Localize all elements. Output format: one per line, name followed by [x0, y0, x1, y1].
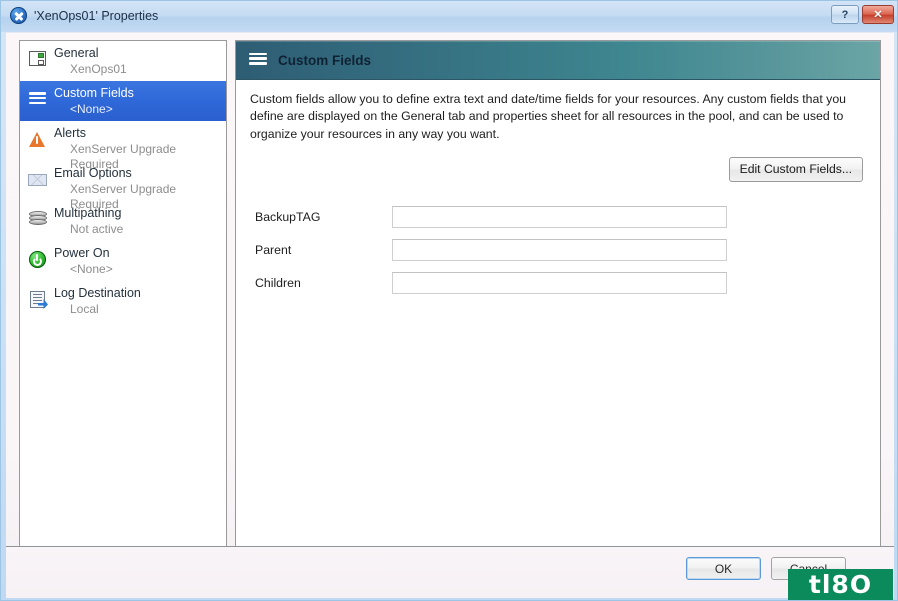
window-control-buttons: ? ✕ [831, 5, 894, 24]
field-row-children: Children [255, 266, 866, 299]
general-icon [26, 47, 50, 71]
backuptag-input[interactable] [392, 205, 727, 228]
sidebar-item-subtitle: <None> [70, 101, 113, 116]
sidebar-item-log-destination[interactable]: Log Destination Local [20, 281, 226, 321]
sidebar-item-subtitle: Local [70, 301, 99, 316]
sidebar-item-general[interactable]: General XenOps01 [20, 41, 226, 81]
window-titlebar: 'XenOps01' Properties ? ✕ [1, 1, 897, 32]
children-input[interactable] [392, 271, 727, 294]
field-label: Children [255, 275, 301, 290]
sidebar-item-power-on[interactable]: Power On <None> [20, 241, 226, 281]
sidebar-item-title: Multipathing [54, 206, 122, 220]
sidebar-item-email-options[interactable]: Email Options XenServer Upgrade Required [20, 161, 226, 211]
sidebar-item-title: Log Destination [54, 286, 141, 300]
sidebar-item-title: Alerts [54, 126, 86, 140]
titlebar-left-group: 'XenOps01' Properties [10, 7, 158, 24]
page-title: Custom Fields [278, 52, 372, 68]
properties-dialog-window: 'XenOps01' Properties ? ✕ General XenOps… [0, 0, 898, 601]
xenserver-x-icon [10, 7, 27, 24]
panel-description: Custom fields allow you to define extra … [250, 92, 847, 141]
dialog-client-area: General XenOps01 Custom Fields <None> Al… [6, 32, 894, 551]
power-icon [26, 247, 50, 271]
custom-fields-icon [26, 87, 50, 111]
sidebar-item-text: Multipathing Not active [54, 205, 123, 237]
ok-button[interactable]: OK [686, 557, 761, 580]
sidebar-item-subtitle: <None> [70, 261, 113, 276]
sidebar-item-alerts[interactable]: Alerts XenServer Upgrade Required [20, 121, 226, 171]
sidebar-item-title: Power On [54, 246, 110, 260]
alert-icon [26, 127, 50, 151]
custom-fields-form: BackupTAG Parent Children [250, 200, 866, 299]
dialog-footer: OK Cancel [6, 546, 894, 598]
sidebar-item-multipathing[interactable]: Multipathing Not active [20, 201, 226, 241]
sidebar-item-subtitle: Not active [70, 221, 124, 236]
custom-fields-panel: Custom Fields Custom fields allow you to… [235, 40, 881, 551]
panel-body: Custom fields allow you to define extra … [236, 80, 880, 299]
sidebar-item-title: General [54, 46, 99, 60]
sidebar-item-subtitle: XenOps01 [70, 61, 127, 76]
custom-fields-icon [249, 52, 267, 68]
sidebar-item-title: Email Options [54, 166, 132, 180]
sidebar-item-text: Log Destination Local [54, 285, 141, 317]
field-label: BackupTAG [255, 209, 321, 224]
help-button[interactable]: ? [831, 5, 859, 24]
sidebar-item-text: Custom Fields <None> [54, 85, 134, 117]
properties-nav-list[interactable]: General XenOps01 Custom Fields <None> Al… [19, 40, 227, 551]
sidebar-item-title: Custom Fields [54, 86, 134, 100]
sidebar-item-custom-fields[interactable]: Custom Fields <None> [20, 81, 226, 121]
sidebar-item-text: General XenOps01 [54, 45, 127, 77]
watermark-overlay: tl8O [788, 569, 893, 600]
field-row-backuptag: BackupTAG [255, 200, 866, 233]
close-button[interactable]: ✕ [862, 5, 894, 24]
field-label: Parent [255, 242, 292, 257]
field-row-parent: Parent [255, 233, 866, 266]
sidebar-item-text: Power On <None> [54, 245, 113, 277]
edit-custom-fields-button[interactable]: Edit Custom Fields... [728, 157, 863, 183]
panel-header: Custom Fields [236, 41, 880, 80]
edit-button-row: Edit Custom Fields... [250, 157, 866, 183]
disk-stack-icon [26, 207, 50, 231]
window-title: 'XenOps01' Properties [34, 8, 159, 23]
parent-input[interactable] [392, 238, 727, 261]
log-destination-icon [26, 287, 50, 311]
mail-icon [26, 167, 50, 191]
